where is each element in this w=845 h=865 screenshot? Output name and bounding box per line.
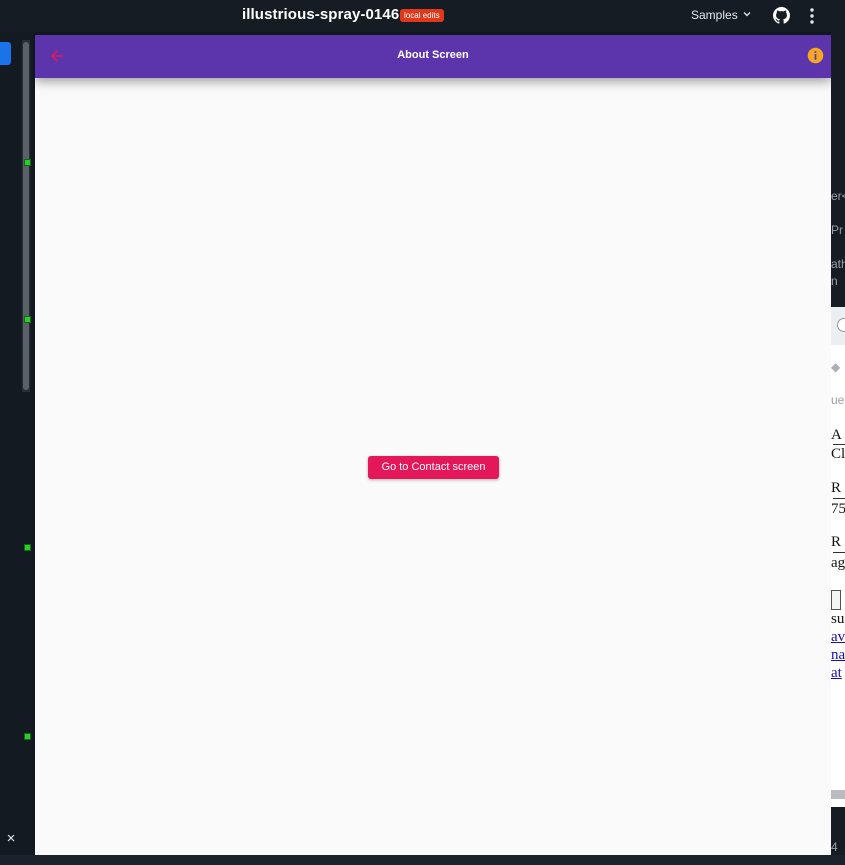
app-bar: About Screen (35, 35, 831, 78)
github-icon[interactable] (773, 7, 790, 24)
panel-text-fragment: R (831, 534, 842, 550)
local-edits-badge: local edits (400, 9, 444, 22)
app-preview: About Screen Go to Contact screen (35, 35, 831, 855)
panel-text-fragment: er< (831, 189, 845, 203)
panel-text-fragment: R (831, 480, 842, 496)
panel-text-fragment: A (831, 427, 842, 443)
panel-text-fragment: n (831, 274, 838, 288)
panel-text-fragment: su (831, 611, 845, 627)
side-panel: er< Pr ath n ◆ ue A Cl R 75 R ag su av n… (831, 32, 845, 855)
panel-text-fragment: 75 (831, 501, 845, 517)
panel-link[interactable]: na (831, 647, 845, 664)
bottom-status-bar (0, 855, 845, 865)
panel-checkbox[interactable] (831, 590, 841, 610)
panel-link[interactable]: at (831, 665, 842, 682)
panel-arrow-icon: ◆ (831, 360, 841, 374)
panel-link[interactable]: av (831, 629, 845, 646)
panel-text-fragment: Cl (831, 446, 845, 462)
change-marker (24, 544, 31, 551)
change-marker (24, 733, 31, 740)
change-marker (24, 316, 31, 323)
go-to-contact-button[interactable]: Go to Contact screen (368, 456, 499, 479)
panel-divider (833, 552, 845, 553)
editor-scrollbar-thumb[interactable] (23, 42, 29, 390)
panel-text-fragment: 4 (831, 840, 838, 854)
change-marker (24, 159, 31, 166)
close-panel-icon[interactable]: × (4, 831, 18, 846)
info-icon[interactable] (807, 47, 824, 64)
panel-text-fragment: ue (831, 393, 845, 407)
panel-radio[interactable] (837, 318, 845, 332)
panel-text-fragment: ath (831, 257, 845, 271)
samples-dropdown[interactable]: Samples (691, 8, 738, 22)
project-title: illustrious-spray-0146 (242, 6, 400, 23)
panel-divider (833, 444, 845, 445)
panel-text-fragment: Pr (831, 223, 843, 237)
top-bar: illustrious-spray-0146 local edits Sampl… (0, 0, 845, 32)
more-vert-icon[interactable] (806, 7, 818, 25)
screen-title: About Screen (397, 49, 469, 61)
panel-text-fragment: ag (831, 555, 845, 571)
chevron-down-icon[interactable] (743, 10, 751, 18)
editor-tab-indicator[interactable] (0, 42, 11, 65)
panel-scrollbar[interactable] (831, 790, 845, 799)
panel-divider (833, 498, 845, 499)
